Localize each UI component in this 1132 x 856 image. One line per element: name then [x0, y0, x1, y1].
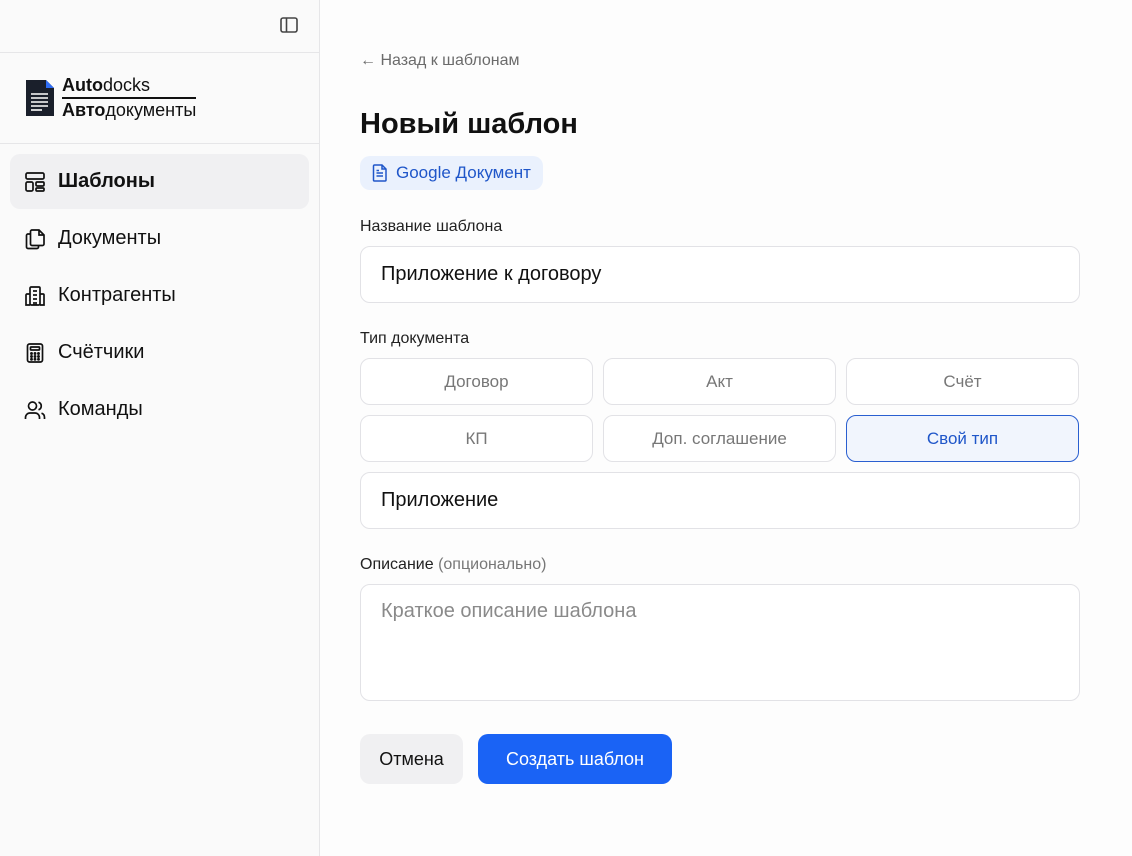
sidebar-toggle-icon — [280, 17, 298, 33]
brand-line-ru: Автодокументы — [62, 97, 197, 122]
brand-logo[interactable]: Autodocks Автодокументы — [0, 53, 319, 144]
document-type-label: Google Документ — [396, 163, 531, 182]
description-label: Описание (опционально) — [360, 556, 546, 574]
sidebar-header — [0, 0, 319, 53]
brand-line-en: Autodocks — [62, 75, 151, 95]
brand-name: Autodocks Автодокументы — [62, 74, 197, 122]
template-name-label: Название шаблона — [360, 218, 503, 235]
sidebar-toggle-button[interactable] — [276, 12, 302, 38]
sidebar-item-label: Документы — [58, 227, 162, 249]
document-icon — [372, 164, 387, 182]
sidebar-item-label: Счётчики — [58, 341, 145, 363]
sidebar-item-counters[interactable]: Счётчики — [10, 325, 309, 380]
users-icon — [24, 399, 46, 421]
custom-type-input[interactable] — [360, 472, 1080, 529]
description-optional-hint: (опционально) — [438, 556, 547, 573]
calculator-icon — [24, 342, 46, 364]
document-type-options: Договор Акт Счёт КП Доп. соглашение Свой… — [360, 358, 1080, 462]
sidebar-item-teams[interactable]: Команды — [10, 382, 309, 437]
type-option-proposal[interactable]: КП — [360, 415, 593, 462]
template-name-input[interactable] — [360, 246, 1080, 303]
layout-icon — [24, 171, 46, 193]
cancel-button[interactable]: Отмена — [360, 734, 463, 784]
type-option-act[interactable]: Акт — [603, 358, 836, 405]
sidebar-item-counterparties[interactable]: Контрагенты — [10, 268, 309, 323]
document-type-label-heading: Тип документа — [360, 330, 470, 347]
main-content: ← Назад к шаблонам Новый шаблон Google Д… — [320, 0, 1132, 856]
type-option-custom[interactable]: Свой тип — [846, 415, 1079, 462]
type-option-invoice[interactable]: Счёт — [846, 358, 1079, 405]
sidebar-item-label: Команды — [58, 398, 143, 420]
document-logo-icon — [26, 80, 54, 116]
files-icon — [24, 228, 46, 250]
page-title: Новый шаблон — [360, 108, 578, 140]
back-to-templates-link[interactable]: ← Назад к шаблонам — [360, 52, 520, 70]
sidebar: Autodocks Автодокументы Шаблоны Документ… — [0, 0, 320, 856]
description-textarea[interactable] — [360, 584, 1080, 701]
building-icon — [24, 285, 46, 307]
sidebar-item-templates[interactable]: Шаблоны — [10, 154, 309, 209]
sidebar-nav: Шаблоны Документы Контрагенты Счётчики К… — [0, 144, 319, 447]
sidebar-item-documents[interactable]: Документы — [10, 211, 309, 266]
sidebar-item-label: Контрагенты — [58, 284, 176, 306]
description-label-text: Описание — [360, 556, 434, 573]
document-type-badge: Google Документ — [360, 156, 543, 190]
type-option-contract[interactable]: Договор — [360, 358, 593, 405]
create-template-button[interactable]: Создать шаблон — [478, 734, 672, 784]
type-option-supplementary-agreement[interactable]: Доп. соглашение — [603, 415, 836, 462]
sidebar-item-label: Шаблоны — [58, 170, 155, 192]
